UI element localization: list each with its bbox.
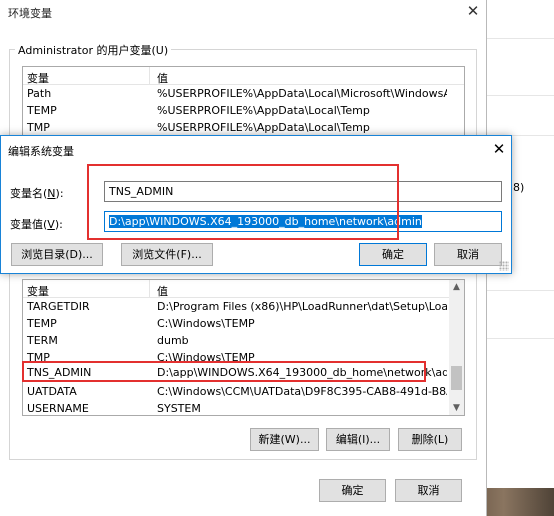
column-header-variable[interactable]: 变量 (27, 283, 49, 299)
background-text: 8) (513, 181, 525, 194)
edit-button[interactable]: 编辑(I)... (326, 428, 390, 451)
dialog-title: 编辑系统变量 (8, 145, 74, 158)
cancel-button[interactable]: 取消 (395, 479, 462, 502)
user-variables-list[interactable]: 变量 值 Path %USERPROFILE%\AppData\Local\Mi… (22, 66, 465, 140)
column-header-value[interactable]: 值 (157, 70, 168, 86)
list-header: 变量 值 (23, 67, 464, 85)
variable-value-label: 变量值(V): (10, 218, 63, 231)
variable-value: C:\Windows\TEMP (157, 317, 255, 330)
browse-file-button[interactable]: 浏览文件(F)... (121, 243, 213, 266)
variable-value: %USERPROFILE%\AppData\Local\Temp (157, 121, 370, 134)
variable-name: USERNAME (27, 402, 89, 415)
list-item[interactable]: TERM dumb (23, 332, 464, 349)
list-header: 变量 值 (23, 280, 464, 298)
variable-name: Path (27, 87, 52, 100)
list-item[interactable]: TEMP C:\Windows\TEMP (23, 315, 464, 332)
resize-grip-icon[interactable] (499, 261, 509, 271)
row-highlight-annotation (22, 361, 426, 382)
user-variables-label: Administrator 的用户变量(U) (15, 42, 172, 58)
variable-name: TEMP (27, 317, 57, 330)
variable-name: TEMP (27, 104, 57, 117)
delete-button[interactable]: 删除(L) (398, 428, 462, 451)
list-item[interactable]: TARGETDIR D:\Program Files (x86)\HP\Load… (23, 298, 464, 315)
ok-button[interactable]: 确定 (359, 243, 427, 266)
list-item[interactable]: Path %USERPROFILE%\AppData\Local\Microso… (23, 85, 464, 102)
browse-directory-button[interactable]: 浏览目录(D)... (11, 243, 103, 266)
variable-value: %USERPROFILE%\AppData\Local\Microsoft\Wi… (157, 87, 447, 100)
variable-name: TARGETDIR (27, 300, 90, 313)
column-header-variable[interactable]: 变量 (27, 70, 49, 86)
list-item[interactable]: UATDATA C:\Windows\CCM\UATData\D9F8C395-… (23, 383, 464, 400)
close-icon[interactable]: ✕ (490, 140, 508, 158)
edit-system-variable-dialog: 编辑系统变量 ✕ 变量名(N): TNS_ADMIN 变量值(V): D:\ap… (0, 135, 512, 274)
variable-value: D:\Program Files (x86)\HP\LoadRunner\dat… (157, 300, 447, 313)
variable-name: TMP (27, 121, 50, 134)
list-item[interactable]: USERNAME SYSTEM (23, 400, 464, 415)
scroll-up-icon[interactable]: ▲ (449, 280, 464, 294)
variable-value: %USERPROFILE%\AppData\Local\Temp (157, 104, 370, 117)
variable-value: SYSTEM (157, 402, 201, 415)
system-variables-list[interactable]: 变量 值 TARGETDIR D:\Program Files (x86)\HP… (22, 279, 465, 416)
close-icon[interactable]: ✕ (463, 2, 483, 20)
column-header-value[interactable]: 值 (157, 283, 168, 299)
ok-button[interactable]: 确定 (319, 479, 386, 502)
input-highlight-annotation (87, 164, 399, 240)
list-item[interactable]: TMP %USERPROFILE%\AppData\Local\Temp (23, 119, 464, 136)
vertical-scrollbar[interactable]: ▲ ▼ (449, 280, 464, 415)
variable-name: TERM (27, 334, 58, 347)
cancel-button[interactable]: 取消 (434, 243, 502, 266)
variable-value: C:\Windows\CCM\UATData\D9F8C395-CAB8-491… (157, 385, 447, 398)
dialog-title: 环境变量 (8, 7, 52, 20)
variable-name-label: 变量名(N): (10, 187, 64, 200)
scroll-down-icon[interactable]: ▼ (449, 401, 464, 415)
list-item[interactable]: TEMP %USERPROFILE%\AppData\Local\Temp (23, 102, 464, 119)
variable-name: UATDATA (27, 385, 77, 398)
new-button[interactable]: 新建(W)... (250, 428, 319, 451)
variable-value: dumb (157, 334, 189, 347)
scroll-thumb[interactable] (451, 366, 462, 390)
